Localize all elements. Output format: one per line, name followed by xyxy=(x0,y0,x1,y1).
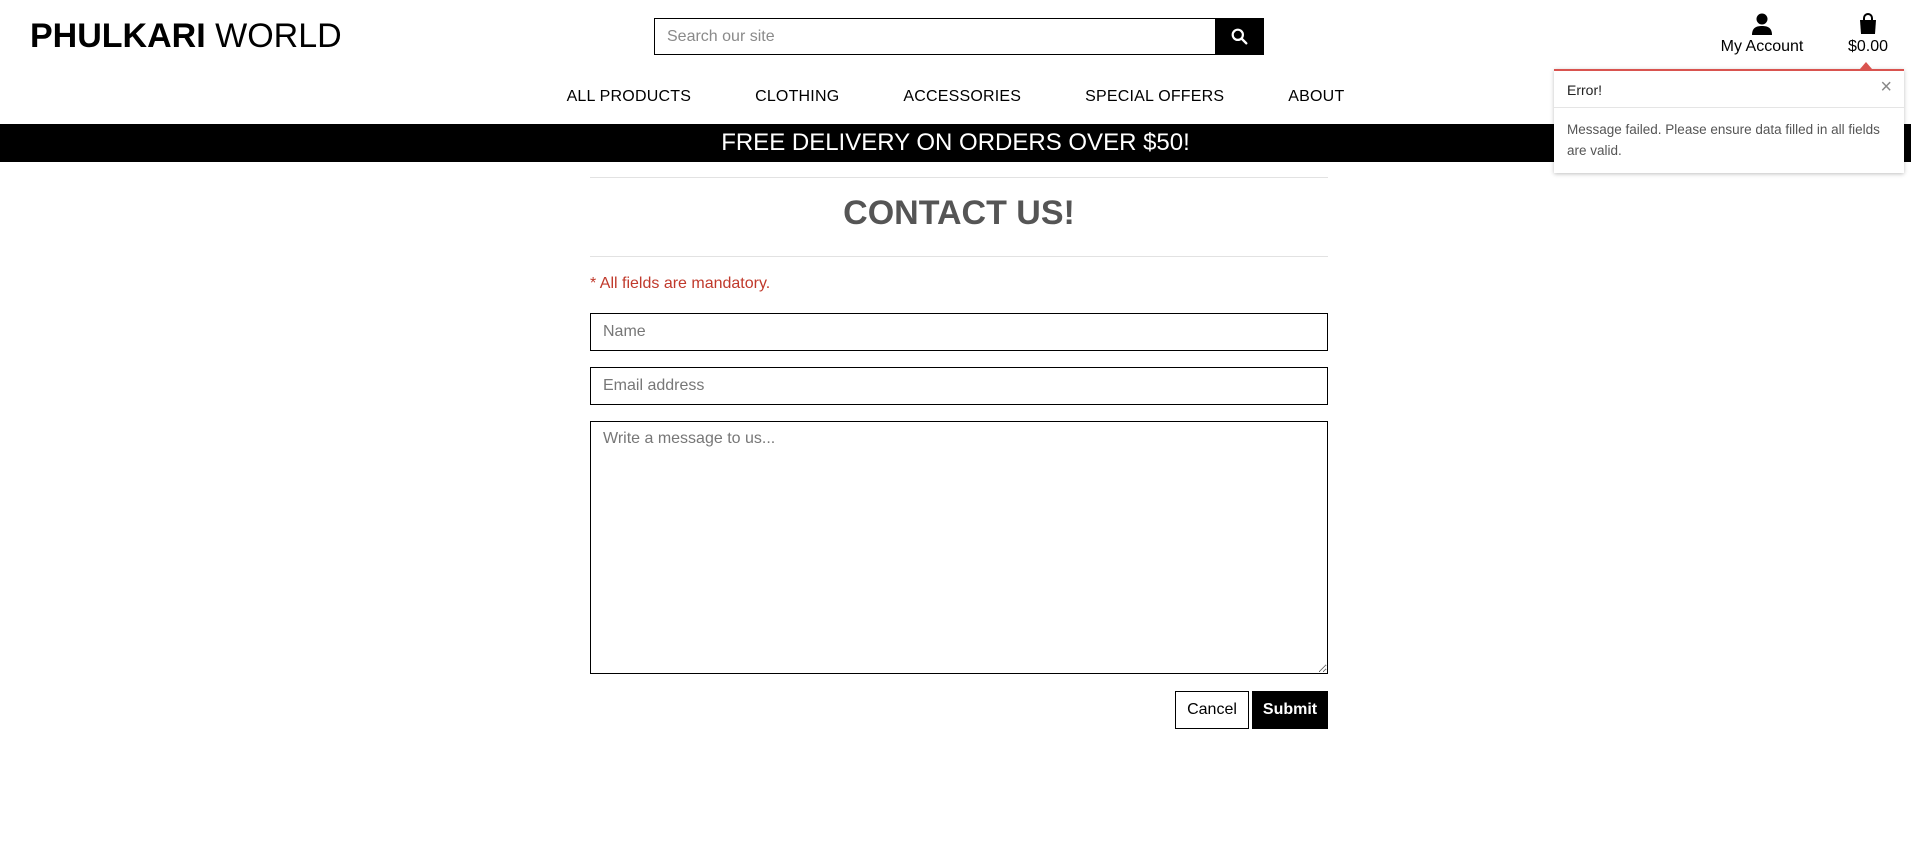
nav-clothing[interactable]: CLOTHING xyxy=(755,86,839,108)
search-bar xyxy=(654,18,1264,55)
logo-light-text: WORLD xyxy=(215,17,342,55)
message-field[interactable] xyxy=(590,421,1328,674)
my-account-label: My Account xyxy=(1720,38,1804,55)
email-field[interactable] xyxy=(590,367,1328,405)
logo-bold-text: PHULKARI xyxy=(30,17,206,55)
my-account-link[interactable]: My Account xyxy=(1712,12,1812,57)
toast-title: Error! xyxy=(1567,82,1602,98)
name-field[interactable] xyxy=(590,313,1328,351)
toast-arrow xyxy=(1860,62,1872,69)
cancel-button[interactable]: Cancel xyxy=(1175,691,1249,729)
toast-header: Error! × xyxy=(1554,71,1904,108)
nav-about[interactable]: ABOUT xyxy=(1288,86,1344,108)
site-logo[interactable]: PHULKARI WORLD xyxy=(30,16,342,56)
divider-bottom xyxy=(590,256,1328,257)
search-button[interactable] xyxy=(1215,18,1264,55)
nav-accessories[interactable]: ACCESSORIES xyxy=(903,86,1021,108)
error-toast: Error! × Message failed. Please ensure d… xyxy=(1554,62,1904,173)
mandatory-note: * All fields are mandatory. xyxy=(590,275,771,292)
search-icon xyxy=(1231,28,1248,45)
page-title: CONTACT US! xyxy=(843,194,1075,232)
cart-total: $0.00 xyxy=(1847,38,1889,55)
submit-button[interactable]: Submit xyxy=(1252,691,1328,729)
cart-link[interactable]: $0.00 xyxy=(1838,12,1898,57)
user-icon xyxy=(1752,13,1772,35)
nav-special-offers[interactable]: SPECIAL OFFERS xyxy=(1085,86,1224,108)
search-input[interactable] xyxy=(654,18,1215,55)
divider-top xyxy=(590,177,1328,178)
close-icon[interactable]: × xyxy=(1880,77,1892,97)
nav-all-products[interactable]: ALL PRODUCTS xyxy=(567,86,692,108)
toast-message: Message failed. Please ensure data fille… xyxy=(1567,122,1880,158)
shopping-bag-icon xyxy=(1860,13,1876,34)
